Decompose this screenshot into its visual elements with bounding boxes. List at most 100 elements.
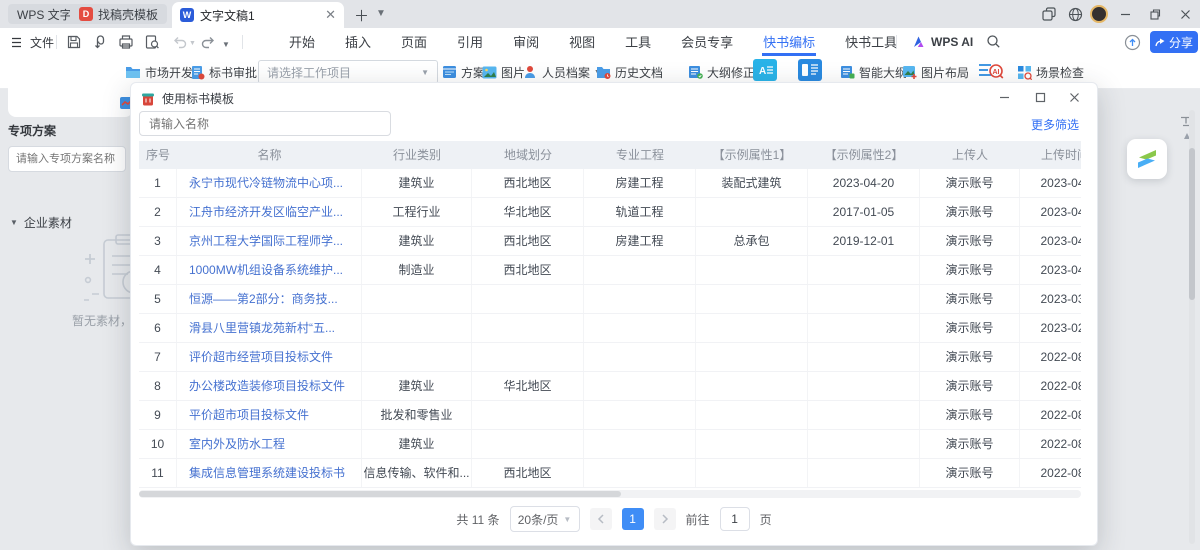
template-name-link[interactable]: 永宁市现代冷链物流中心项...: [177, 169, 362, 197]
page-1-button[interactable]: 1: [622, 508, 644, 530]
more-filters-link[interactable]: 更多筛选: [1031, 116, 1079, 133]
table-cell: 4: [139, 256, 177, 284]
table-hscrollbar[interactable]: [139, 490, 1081, 498]
dialog-maximize-icon[interactable]: [1027, 87, 1053, 107]
ai-check-icon[interactable]: AI: [978, 61, 1004, 81]
wps-window: WPS 文字 D 找稿壳模板 W 文字文稿1 ✕ ＋ ▼: [0, 0, 1200, 550]
print-icon[interactable]: [118, 34, 134, 50]
template-name-link[interactable]: 集成信息管理系统建设投标书: [177, 459, 362, 487]
template-name-link[interactable]: 评价超市经营项目投标文件: [177, 343, 362, 371]
menu-item-kuaishu-tools[interactable]: 快书工具: [844, 28, 898, 56]
menu-item-view[interactable]: 视图: [568, 28, 596, 56]
redo-icon[interactable]: [200, 34, 216, 50]
bid-review-button[interactable]: 标书审批: [190, 62, 257, 82]
table-cell: [696, 198, 808, 226]
dialog-close-icon[interactable]: [1061, 87, 1087, 107]
menu-item-reference[interactable]: 引用: [456, 28, 484, 56]
sidebar-group-enterprise-material[interactable]: ▼ 企业素材: [10, 214, 72, 231]
template-name-link[interactable]: 恒源——第2部分：商务技...: [177, 285, 362, 313]
table-cell: 2023-02-: [1020, 314, 1081, 342]
close-tab-icon[interactable]: ✕: [325, 7, 336, 23]
plan-button[interactable]: 方案: [442, 62, 485, 82]
table-cell: [696, 401, 808, 429]
minimize-icon[interactable]: [1112, 0, 1138, 28]
table-cell: 2019-12-01: [808, 227, 920, 255]
template-dialog-icon: [141, 92, 155, 106]
menu-item-member[interactable]: 会员专享: [680, 28, 734, 56]
picture-label: 图片: [501, 64, 525, 81]
prev-page-button[interactable]: [590, 508, 612, 530]
template-name-link[interactable]: 滑县八里营镇龙苑新村“五...: [177, 314, 362, 342]
history-docs-button[interactable]: 历史文档: [596, 62, 663, 82]
project-select[interactable]: 请选择工作项目 ▼: [258, 60, 438, 84]
menu-item-review[interactable]: 审阅: [512, 28, 540, 56]
page-scrollbar-thumb[interactable]: [1189, 148, 1195, 300]
table-cell: [696, 430, 808, 458]
tab-document-active[interactable]: W 文字文稿1 ✕: [172, 2, 344, 28]
project-select-value: 请选择工作项目: [267, 64, 351, 81]
menu-item-tools[interactable]: 工具: [624, 28, 652, 56]
undo-chevron-icon[interactable]: ▼: [189, 40, 196, 47]
goto-page-input[interactable]: [720, 507, 750, 531]
image-layout-icon: [902, 65, 917, 79]
template-search-input[interactable]: [139, 111, 391, 136]
page-scrollbar[interactable]: [1189, 110, 1195, 544]
image-layout-button[interactable]: 图片布局: [902, 62, 969, 82]
layout-card-icon[interactable]: [798, 60, 822, 80]
picture-icon: [482, 66, 497, 79]
scene-check-button[interactable]: 场景检查: [1017, 62, 1084, 82]
menu-item-page[interactable]: 页面: [400, 28, 428, 56]
export-icon[interactable]: [92, 34, 108, 50]
tab-docer-template[interactable]: D 找稿壳模板: [70, 4, 167, 24]
smart-outline-button[interactable]: 智能大纲: [840, 62, 907, 82]
format-outline-icon[interactable]: A: [753, 60, 777, 80]
table-cell: 建筑业: [362, 227, 472, 255]
table-cell: 工程行业: [362, 198, 472, 226]
table-cell: 华北地区: [472, 372, 584, 400]
close-window-icon[interactable]: [1172, 0, 1198, 28]
page-size-select[interactable]: 20条/页 ▼: [510, 506, 580, 532]
template-name-link[interactable]: 1000MW机组设备系统维护...: [177, 256, 362, 284]
tab-list-chevron-icon[interactable]: ▼: [376, 8, 386, 19]
dialog-minimize-icon[interactable]: [991, 87, 1017, 107]
hamburger-icon: [12, 37, 25, 48]
assistant-launcher[interactable]: [1127, 139, 1167, 179]
menu-bar: 文件 ▼ ▼ 开始 插入 页面 引用 审阅 视图 工具: [0, 28, 1200, 56]
theme-globe-icon[interactable]: [1062, 0, 1088, 28]
chevron-down-icon: ▼: [421, 68, 429, 77]
table-cell: [472, 401, 584, 429]
restore-icon[interactable]: [1142, 0, 1168, 28]
cloud-sync-icon[interactable]: [1124, 34, 1141, 51]
picture-button[interactable]: 图片: [482, 62, 525, 82]
template-name-link[interactable]: 室内外及防水工程: [177, 430, 362, 458]
table-cell: [808, 459, 920, 487]
avatar[interactable]: [1086, 0, 1112, 28]
menu-item-insert[interactable]: 插入: [344, 28, 372, 56]
next-page-button[interactable]: [654, 508, 676, 530]
table-cell: 11: [139, 459, 177, 487]
template-name-link[interactable]: 办公楼改造装修项目投标文件: [177, 372, 362, 400]
search-icon[interactable]: [986, 34, 1001, 49]
share-button[interactable]: 分享: [1150, 31, 1198, 53]
template-name-link[interactable]: 江舟市经济开发区临空产业...: [177, 198, 362, 226]
table-hscrollbar-thumb[interactable]: [139, 491, 621, 497]
more-tools-chevron-icon[interactable]: ▼: [222, 40, 230, 49]
template-name-link[interactable]: 平价超市项目投标文件: [177, 401, 362, 429]
menu-item-home[interactable]: 开始: [288, 28, 316, 56]
outline-fix-button[interactable]: 大纲修正: [688, 62, 755, 82]
table-cell: [584, 285, 696, 313]
new-tab-icon[interactable]: ＋: [354, 5, 369, 26]
file-menu-button[interactable]: 文件: [8, 32, 58, 52]
table-header-col-3: 地域划分: [472, 141, 584, 169]
personnel-button[interactable]: 人员档案 ▼: [524, 62, 601, 82]
sidebar-search-input[interactable]: [8, 146, 126, 172]
stack-windows-icon[interactable]: [1036, 0, 1062, 28]
template-name-link[interactable]: 京州工程大学国际工程师学...: [177, 227, 362, 255]
market-dev-button[interactable]: 市场开发: [125, 62, 193, 82]
save-icon[interactable]: [66, 34, 82, 50]
print-preview-icon[interactable]: [144, 34, 160, 50]
undo-icon[interactable]: [172, 34, 188, 50]
menu-item-kuaishu-bid[interactable]: 快书编标: [762, 28, 816, 56]
wps-ai-entry[interactable]: WPS AI: [912, 35, 973, 49]
table-header-col-8: 上传时间: [1020, 141, 1081, 169]
